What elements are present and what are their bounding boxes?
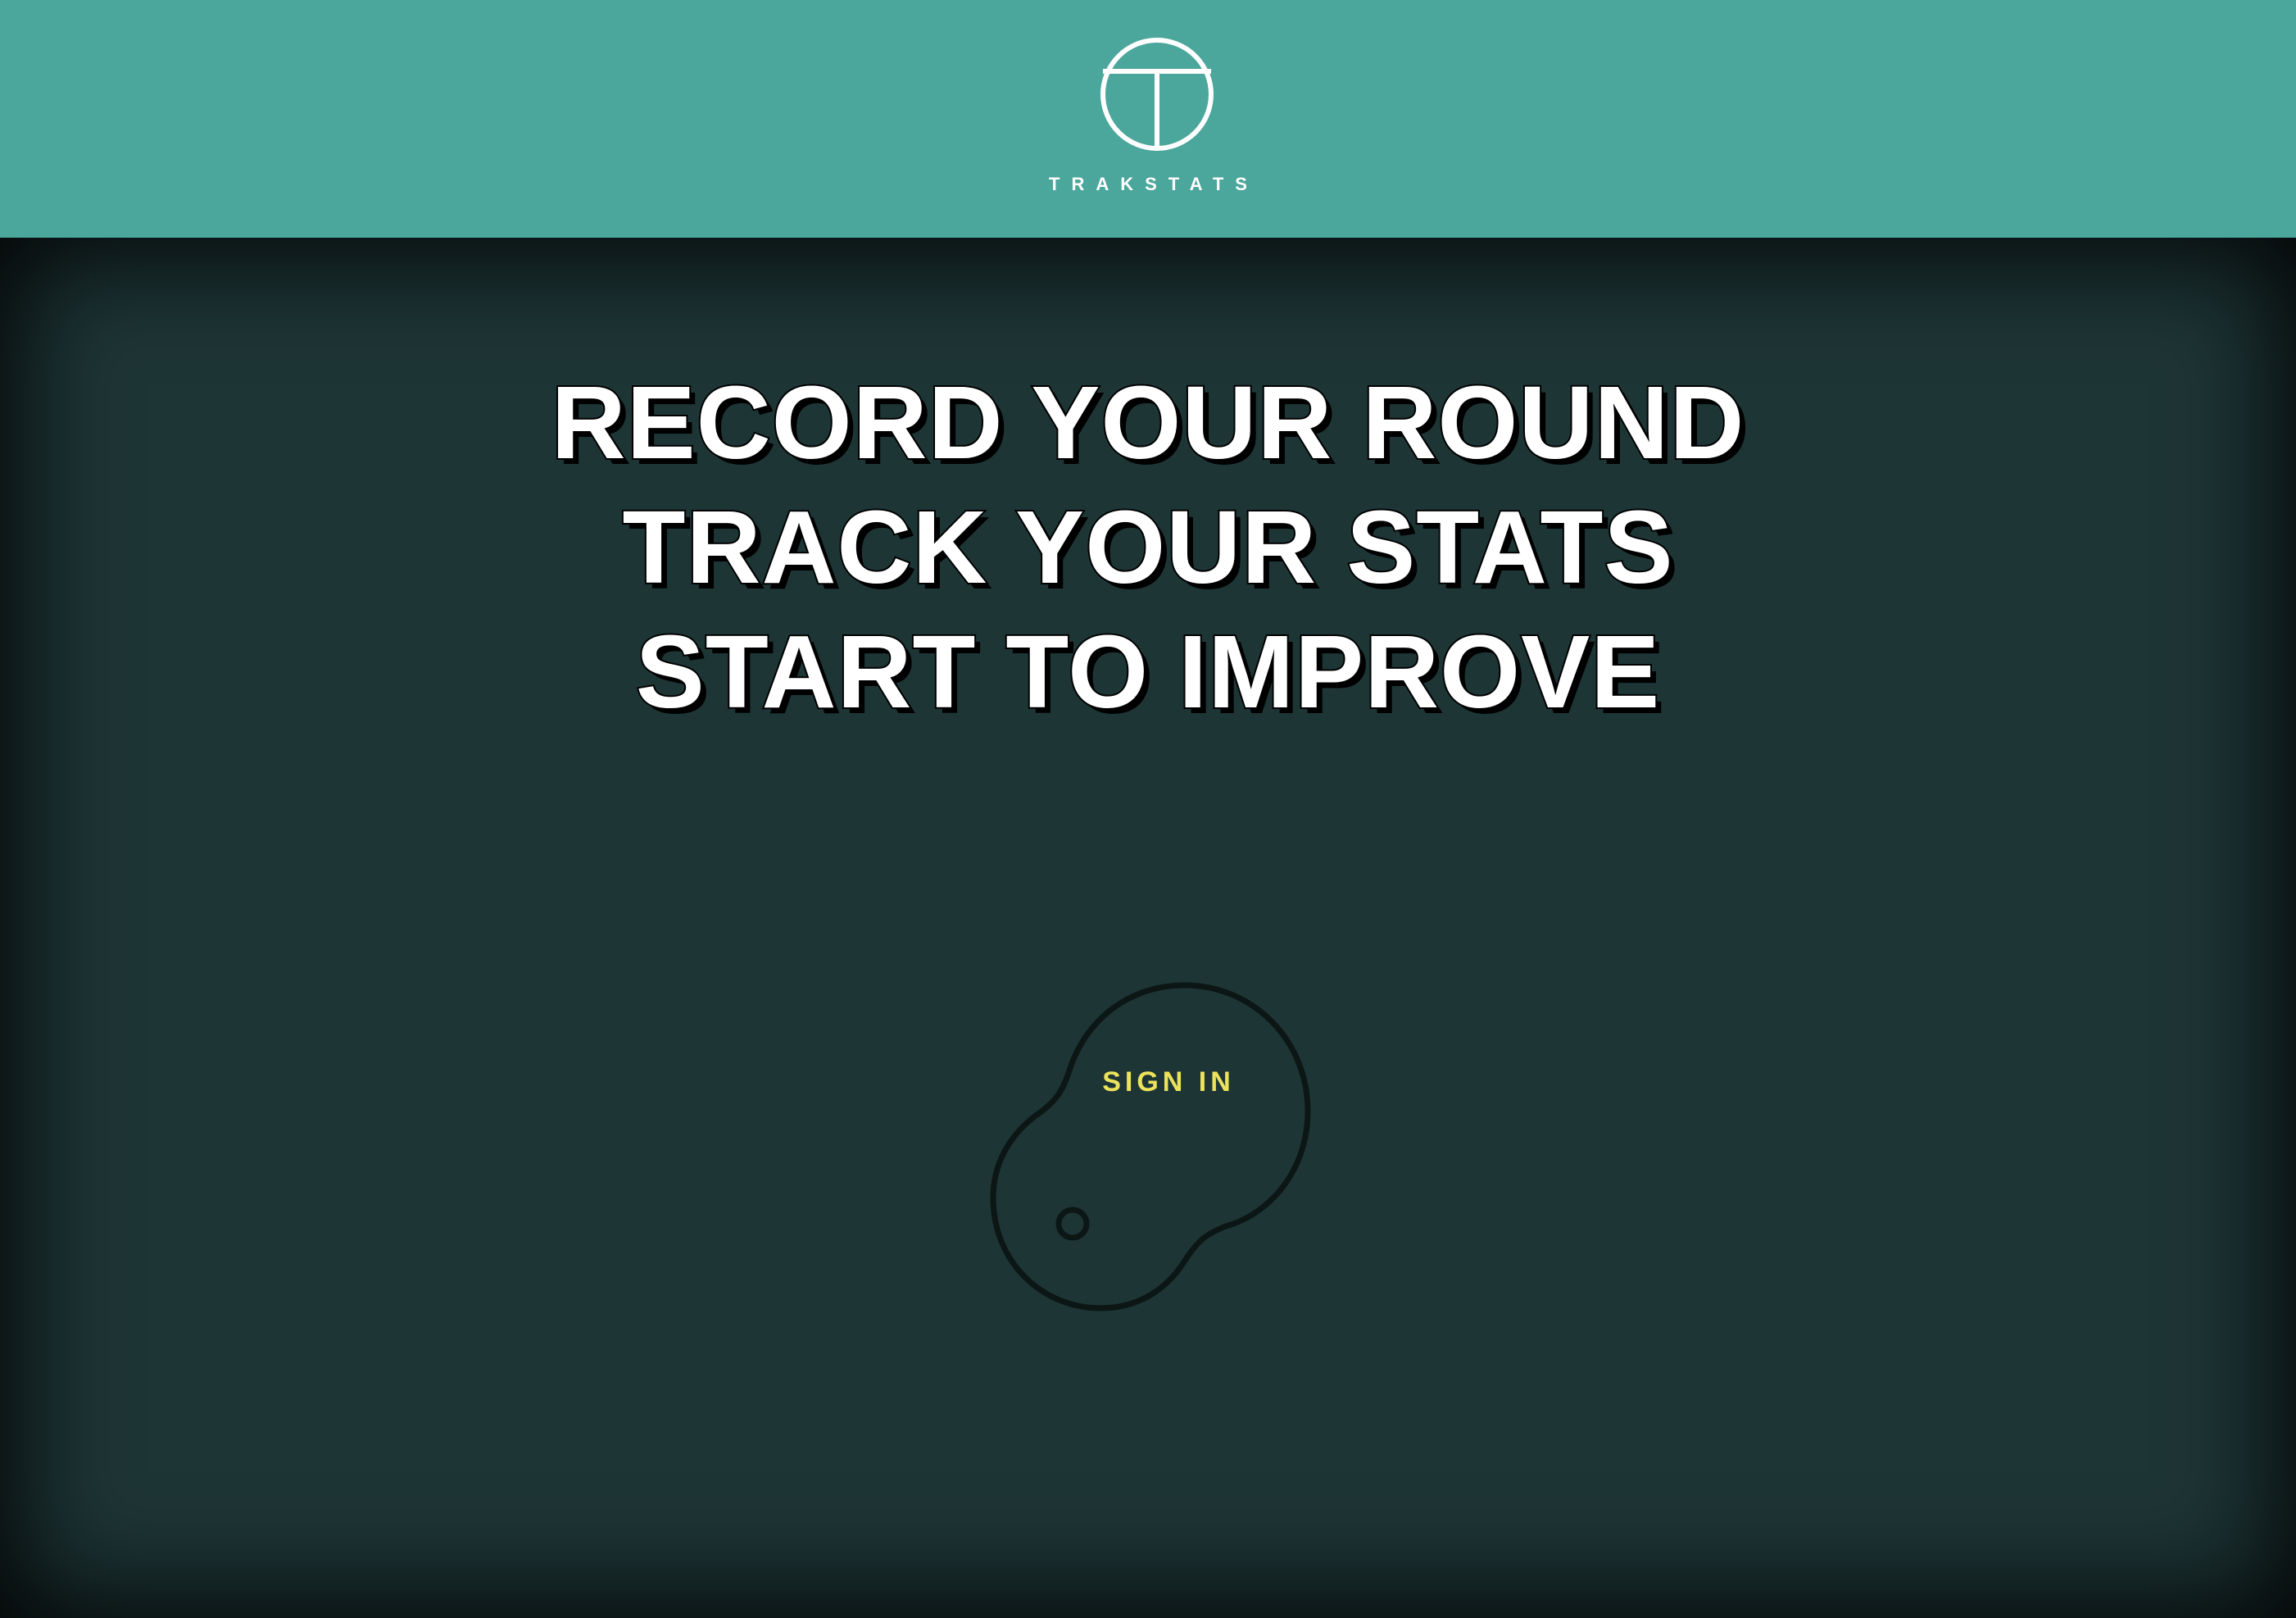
trakstats-logo-icon[interactable] (1097, 34, 1217, 154)
headline-line-1: RECORD YOUR ROUND (550, 363, 1746, 482)
top-header: TRAKSTATS (0, 0, 2296, 238)
headline-line-2: TRACK YOUR STATS (620, 488, 1674, 607)
sign-in-button[interactable]: SIGN IN (988, 980, 1313, 1313)
hero-section: RECORD YOUR ROUND TRACK YOUR STATS START… (0, 238, 2296, 1618)
brand-name: TRAKSTATS (1049, 174, 1259, 194)
hero-headline: RECORD YOUR ROUND TRACK YOUR STATS START… (0, 361, 2296, 734)
headline-line-3: START TO IMPROVE (634, 612, 1661, 731)
golf-green-icon (990, 982, 1311, 1311)
sign-in-label[interactable]: SIGN IN (1070, 1066, 1267, 1098)
